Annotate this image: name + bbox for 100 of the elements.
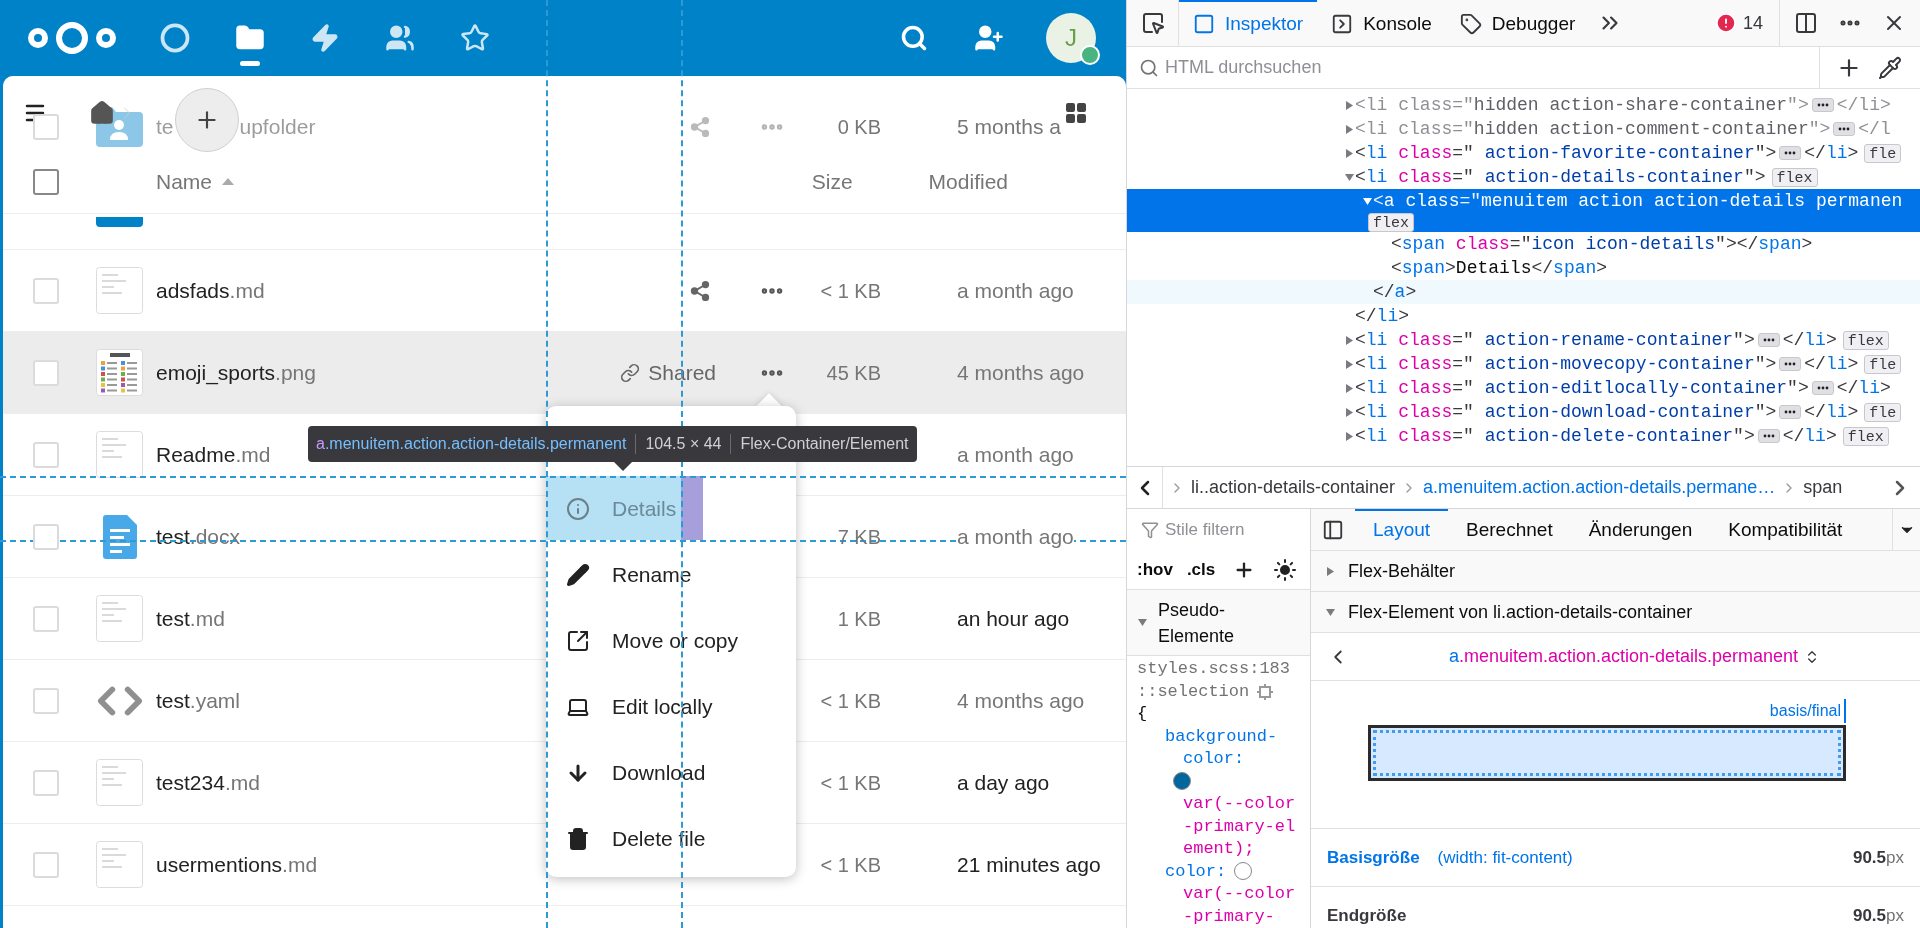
markup-row[interactable]: <li class=" action-editlocally-container"> </li> [1127,376,1920,400]
select-all-checkbox[interactable] [33,168,59,195]
markup-row[interactable]: <span class="icon icon-details"></span> [1127,232,1920,256]
row-checkbox[interactable] [33,851,59,878]
contacts-icon[interactable] [385,23,415,53]
markup-row[interactable]: <li class=" action-movecopy-container"> </li> fle [1127,352,1920,376]
expanded-arrow-icon[interactable] [1344,171,1355,183]
element-picker-icon[interactable] [1140,11,1165,35]
row-checkbox[interactable] [33,523,59,550]
devtools-tab[interactable]: Konsole [1317,0,1446,46]
sidebar-tab[interactable]: Kompatibilität [1710,509,1861,550]
markup-row[interactable]: <li class="hidden action-share-container"> </li> [1127,93,1920,117]
search-icon[interactable] [900,24,928,52]
collapsed-arrow-icon[interactable] [1344,334,1355,346]
collapsed-arrow-icon[interactable] [1344,382,1355,394]
class-toggle[interactable]: .cls [1186,557,1216,583]
name-column-header[interactable]: Name [156,165,235,198]
markup-row[interactable]: <li class="hidden action-comment-container"> </l [1127,117,1920,141]
property-name[interactable]: background-color: [1165,725,1287,771]
file-name[interactable]: adsfads.md [156,274,265,307]
markup-row[interactable]: <li class=" action-favorite-container"> </li> fle [1127,141,1920,165]
row-checkbox[interactable] [33,687,59,714]
size-column-header[interactable]: Size [811,165,853,198]
collapsed-arrow-icon[interactable] [1344,99,1355,111]
sidebar-tab[interactable]: Änderungen [1570,509,1711,550]
devtools-tab[interactable]: Inspektor [1179,0,1318,46]
layout-section-header[interactable]: Flex-Element von li.action-details-container [1311,592,1920,633]
markup-row[interactable]: <span>Details</span> [1127,256,1920,280]
flex-badge[interactable]: flex [1842,330,1889,350]
responsive-mode-icon[interactable] [1794,11,1818,35]
shared-button[interactable]: Shared [620,356,716,389]
markup-row[interactable]: </li> [1127,304,1920,328]
file-name[interactable]: emoji_sports.png [156,356,316,389]
collapsed-arrow-icon[interactable] [1344,406,1355,418]
collapsed-content-button[interactable] [1757,333,1780,347]
markup-row[interactable]: <li class=" action-details-container"> flex [1127,165,1920,189]
expanded-arrow-icon[interactable] [1137,617,1148,628]
collapsed-arrow-icon[interactable] [1344,123,1355,135]
flex-item-selector[interactable]: a.menuitem.action.action-details.permanent [1448,643,1799,670]
collapsed-arrow-icon[interactable] [1344,147,1355,159]
row-checkbox[interactable] [33,359,59,386]
collapsed-content-button[interactable] [1779,146,1802,160]
hover-toggle[interactable]: :hov [1137,557,1173,583]
hovered-markup-row[interactable]: </a> [1127,280,1920,304]
rule-source[interactable]: styles.scss:183 [1137,658,1310,681]
color-swatch[interactable] [1234,862,1253,880]
file-name[interactable]: test234.md [156,766,260,799]
property-value[interactable]: var(--color-primary- [1165,883,1305,928]
share-icon[interactable] [689,279,711,302]
contacts-icon[interactable] [974,23,1004,53]
menu-item[interactable]: Rename [546,542,796,608]
lightning-icon[interactable] [310,23,340,53]
markup-row[interactable]: <li class=" action-rename-container"> </li> flex [1127,328,1920,352]
breadcrumb-item[interactable]: a.menuitem.action.action-details.permane… [1423,474,1776,501]
sidebar-toggle-icon[interactable] [1322,518,1344,541]
expanded-arrow-icon[interactable] [1362,195,1373,207]
collapsed-content-button[interactable] [1811,381,1834,395]
menu-item[interactable]: Download [546,740,796,806]
markup-row[interactable]: <li class=" action-download-container"> </li> fle [1127,400,1920,424]
row-checkbox[interactable] [33,769,59,796]
markup-row[interactable]: <li class=" action-delete-container"> </li> flex [1127,424,1920,448]
eyedropper-icon[interactable] [1878,55,1902,80]
flex-badge[interactable]: flex [1842,426,1889,446]
layout-section-header[interactable]: Flex-Behälter [1311,551,1920,592]
row-checkbox[interactable] [33,441,59,468]
file-name[interactable]: test.md [156,602,225,635]
collapsed-content-button[interactable] [1779,357,1802,371]
property-name[interactable]: color: [1165,860,1227,883]
grid-view-icon[interactable] [1064,101,1088,125]
sidebar-tab[interactable]: Berechnet [1448,509,1571,550]
error-icon[interactable] [1714,12,1737,34]
selected-markup-row[interactable]: <a class="menuitem action action-details permanen flex [1127,189,1920,232]
circle-icon[interactable] [160,23,190,53]
menu-item[interactable]: Edit locally [546,674,796,740]
flex-badge[interactable]: fle [1864,354,1902,374]
flex-badge[interactable]: flex [1771,167,1818,187]
html-search-field[interactable]: HTML durchsuchen [1165,54,1819,81]
collapsed-content-button[interactable] [1811,98,1834,112]
star-icon[interactable] [460,23,490,53]
row-checkbox[interactable] [33,605,59,632]
file-name[interactable]: Readme.md [156,438,271,471]
collapsed-arrow-icon[interactable] [1325,565,1336,577]
file-name[interactable]: test.yaml [156,684,241,717]
expanded-arrow-icon[interactable] [1325,606,1336,618]
collapsed-content-button[interactable] [1833,122,1856,136]
row-checkbox[interactable] [33,113,59,140]
flex-badge[interactable]: fle [1864,402,1902,422]
collapsed-content-button[interactable] [1779,405,1802,419]
file-name[interactable]: usermentions.md [156,848,318,881]
collapsed-arrow-icon[interactable] [1344,430,1355,442]
node-target-icon[interactable] [1257,683,1274,700]
flex-badge[interactable]: fle [1864,143,1902,163]
modified-column-header[interactable]: Modified [928,165,1008,198]
breadcrumb-item[interactable]: span [1803,474,1843,501]
pseudo-elements-section[interactable]: Pseudo-Elemente [1127,590,1310,656]
color-swatch[interactable] [1173,772,1191,790]
breadcrumb-item[interactable]: li..action-details-container [1191,474,1396,501]
file-row[interactable]: emoji_sports.png Shared 45 KB 4 months ago [3,332,1126,414]
theme-icon[interactable] [1273,558,1298,582]
styles-filter-field[interactable]: Stile filtern [1165,517,1295,543]
